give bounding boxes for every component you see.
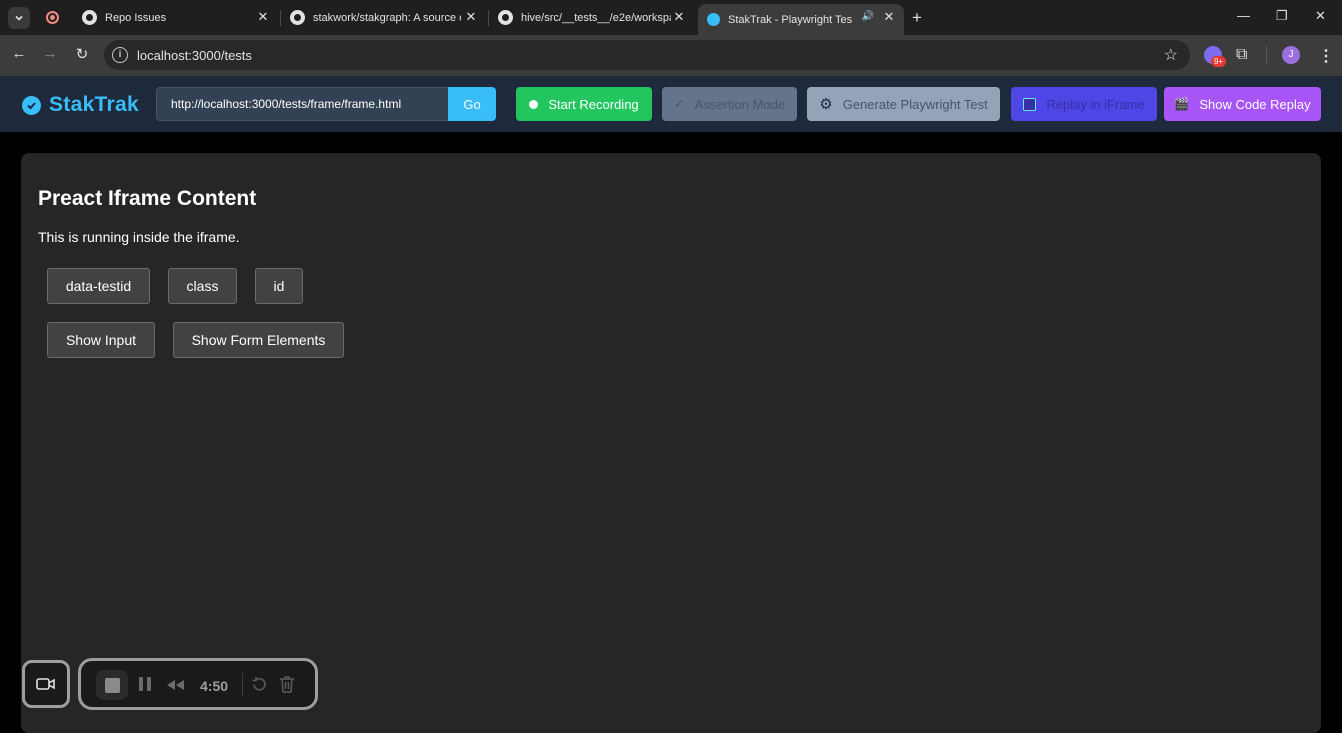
replay-label: Replay in iFrame (1046, 96, 1145, 112)
id-button[interactable]: id (255, 268, 303, 304)
recording-timer: 4:50 (200, 678, 229, 694)
gear-icon: ⚙ (819, 96, 833, 113)
replay-icon (1023, 97, 1037, 111)
app-header: StakTrak Go Start Recording ✓ Assertion … (0, 76, 1342, 132)
tab-close-icon[interactable]: ✕ (462, 8, 480, 26)
show-input-button[interactable]: Show Input (47, 322, 155, 358)
new-tab-icon[interactable]: + (912, 8, 922, 28)
tab-title: StakTrak - Playwright Test G (728, 13, 852, 26)
assertion-mode-label: Assertion Mode (694, 96, 786, 112)
video-camera-icon (36, 678, 55, 690)
check-circle-icon (22, 95, 41, 115)
stop-button[interactable] (96, 670, 128, 700)
start-recording-label: Start Recording (548, 96, 639, 112)
replay-button[interactable]: Replay in iFrame (1011, 87, 1157, 121)
data-testid-button[interactable]: data-testid (47, 268, 150, 304)
tab-separator (488, 10, 489, 26)
clapperboard-icon: 🎬 (1174, 97, 1190, 111)
tab-repo-issues[interactable]: Repo Issues ✕ (72, 4, 278, 31)
tab-staktrak[interactable]: StakTrak - Playwright Test G 🔊 ✕ (698, 4, 904, 35)
start-recording-button[interactable]: Start Recording (516, 87, 652, 121)
chevron-down-icon (15, 15, 23, 21)
stop-icon (104, 677, 120, 693)
class-button[interactable]: class (168, 268, 237, 304)
browser-toolbar: ← → ↻ i localhost:3000/tests ☆ (0, 35, 1342, 76)
menu-kebab-icon[interactable]: ⋮ (1318, 46, 1334, 66)
tab-title: Repo Issues (105, 11, 167, 24)
github-icon (82, 10, 97, 25)
audio-playing-icon[interactable]: 🔊 (862, 11, 874, 22)
generate-playwright-test-button[interactable]: ⚙ Generate Playwright Test (807, 87, 1000, 121)
recording-indicator-icon (46, 11, 59, 24)
control-divider (242, 673, 243, 697)
camera-toggle-button[interactable] (22, 660, 70, 708)
minimize-icon[interactable]: — (1237, 8, 1250, 23)
app-logo: StakTrak (22, 93, 139, 117)
back-arrow-icon[interactable]: ← (9, 45, 29, 62)
browser-tabstrip: Repo Issues ✕ stakwork/stakgraph: A sour… (0, 0, 1342, 35)
show-form-elements-button[interactable]: Show Form Elements (173, 322, 344, 358)
url-input[interactable] (156, 87, 448, 121)
github-icon (290, 10, 305, 25)
pause-icon[interactable] (138, 676, 152, 697)
tab-close-icon[interactable]: ✕ (670, 8, 688, 26)
site-info-icon[interactable]: i (112, 47, 128, 63)
logo-text: StakTrak (49, 93, 139, 116)
page-title: Preact Iframe Content (38, 187, 257, 210)
generate-test-label: Generate Playwright Test (842, 96, 988, 112)
bookmark-star-icon[interactable]: ☆ (1164, 45, 1178, 65)
checkmark-icon: ✓ (673, 96, 685, 111)
go-button[interactable]: Go (448, 87, 496, 121)
show-code-replay-button[interactable]: 🎬 Show Code Replay (1164, 87, 1321, 121)
show-code-replay-label: Show Code Replay (1199, 96, 1311, 112)
reload-icon[interactable]: ↻ (72, 45, 92, 63)
tab-hive[interactable]: hive/src/__tests__/e2e/workspac ✕ (490, 4, 694, 31)
preview-iframe: Preact Iframe Content This is running in… (21, 153, 1321, 733)
tab-title: hive/src/__tests__/e2e/workspac (521, 11, 671, 24)
address-bar[interactable]: i localhost:3000/tests ☆ (104, 40, 1190, 70)
rewind-icon[interactable] (166, 678, 186, 696)
page-description: This is running inside the iframe. (38, 229, 240, 245)
assertion-mode-button[interactable]: ✓ Assertion Mode (662, 87, 797, 121)
record-dot-icon (529, 99, 539, 109)
staktrak-favicon-icon (707, 13, 720, 26)
extensions-puzzle-icon[interactable]: ⧉ (1236, 46, 1247, 64)
profile-avatar[interactable]: J (1282, 46, 1300, 64)
trash-icon[interactable] (279, 675, 295, 698)
tab-search-button[interactable] (8, 7, 30, 29)
tab-separator (280, 10, 281, 26)
toolbar-divider (1266, 46, 1267, 64)
reset-icon[interactable] (251, 676, 268, 698)
address-url: localhost:3000/tests (137, 48, 252, 63)
forward-arrow-icon[interactable]: → (40, 45, 60, 62)
extension-badge: 9+ (1211, 56, 1226, 67)
close-window-icon[interactable]: ✕ (1315, 8, 1326, 24)
github-icon (498, 10, 513, 25)
tab-title: stakwork/stakgraph: A source c (313, 11, 461, 24)
recording-control-bar: 4:50 (78, 658, 318, 710)
tab-close-icon[interactable]: ✕ (254, 8, 272, 26)
restore-icon[interactable]: ❐ (1276, 8, 1288, 24)
tab-close-icon[interactable]: ✕ (880, 8, 898, 26)
tab-stakgraph[interactable]: stakwork/stakgraph: A source c ✕ (282, 4, 486, 31)
